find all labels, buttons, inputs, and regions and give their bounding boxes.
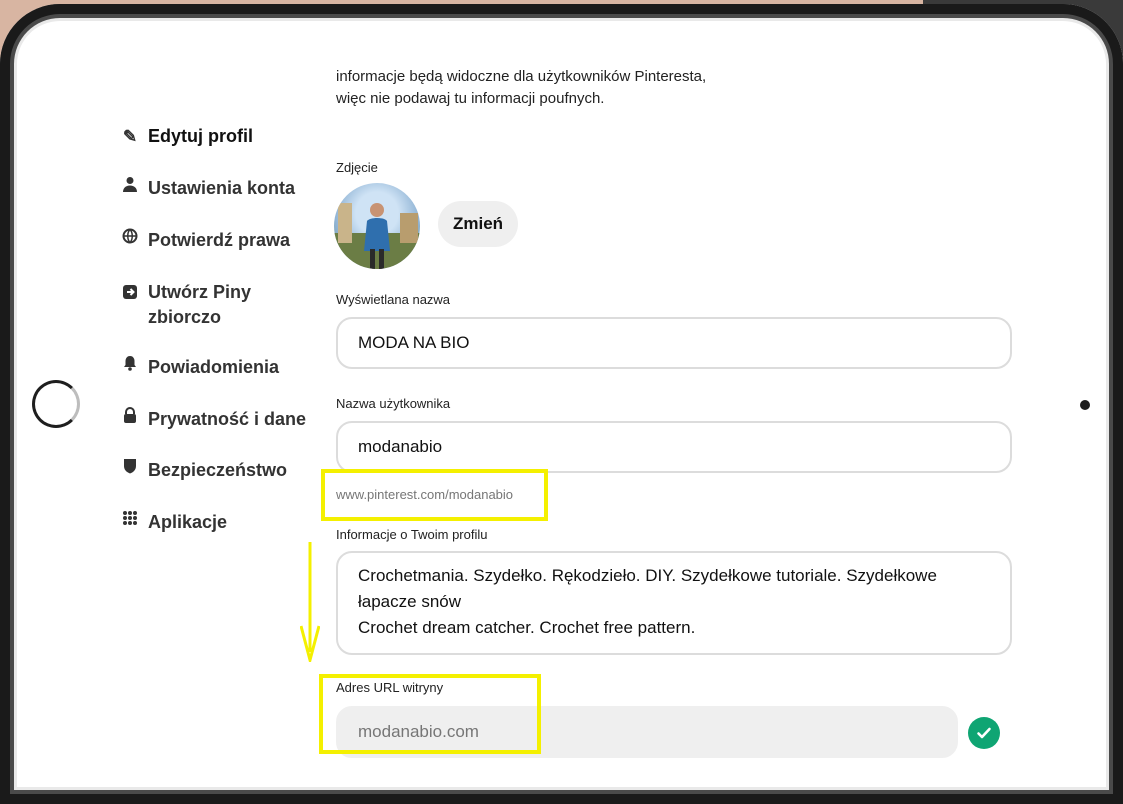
home-button[interactable] <box>32 380 80 428</box>
camera-icon <box>1080 400 1090 410</box>
person-icon <box>120 176 140 192</box>
about-line: Crochetmania. Szydełko. Rękodzieło. DIY.… <box>358 566 937 585</box>
sidebar-item-edit-profile[interactable]: ✎ Edytuj profil <box>120 124 253 149</box>
privacy-notice-line: więc nie podawaj tu informacji poufnych. <box>336 90 605 107</box>
sidebar-item-label: Potwierdź prawa <box>148 230 291 250</box>
sidebar-item-apps[interactable]: Aplikacje <box>120 510 227 535</box>
sidebar-item-label: Ustawienia konta <box>148 178 296 198</box>
display-name-field[interactable]: MODA NA BIO <box>336 317 1012 369</box>
username-label: Nazwa użytkownika <box>336 396 451 411</box>
username-field[interactable]: modanabio <box>336 421 1012 473</box>
sidebar-item-bulk-create[interactable]: Utwórz Piny zbiorczo <box>120 280 278 330</box>
about-textarea[interactable]: Crochetmania. Szydełko. Rękodzieło. DIY.… <box>336 551 1012 655</box>
bell-icon <box>120 355 140 371</box>
highlight-box-website <box>319 674 541 754</box>
sidebar-item-label: Prywatność i dane <box>148 409 307 429</box>
highlight-box-username-url <box>321 469 548 521</box>
tablet-frame: ✎ Edytuj profil Ustawienia konta Potwier… <box>0 4 1123 804</box>
verified-check-icon <box>968 717 1000 749</box>
display-name-label: Wyświetlana nazwa <box>336 292 451 307</box>
lock-icon <box>120 407 140 424</box>
sidebar-item-claim[interactable]: Potwierdź prawa <box>120 228 290 253</box>
about-line: Crochet dream catcher. Crochet free patt… <box>358 618 696 637</box>
pencil-icon: ✎ <box>122 127 138 146</box>
sidebar-item-label: Bezpieczeństwo <box>148 460 288 480</box>
privacy-notice-line: informacje będą widoczne dla użytkownikó… <box>336 68 707 85</box>
privacy-notice: informacje będą widoczne dla użytkownikó… <box>336 66 856 110</box>
shield-icon <box>120 458 140 474</box>
apps-grid-icon <box>120 510 140 526</box>
settings-screen: ✎ Edytuj profil Ustawienia konta Potwier… <box>108 50 1043 762</box>
sidebar-item-notifications[interactable]: Powiadomienia <box>120 355 279 380</box>
annotation-arrow-icon <box>300 542 320 662</box>
import-icon <box>120 284 140 300</box>
username-value: modanabio <box>358 437 443 456</box>
about-line: łapacze snów <box>358 592 462 611</box>
sidebar-item-label: Powiadomienia <box>148 357 280 377</box>
sidebar-item-label: Edytuj profil <box>148 126 253 146</box>
about-label: Informacje o Twoim profilu <box>336 527 488 542</box>
sidebar-item-account-settings[interactable]: Ustawienia konta <box>120 176 295 201</box>
globe-icon <box>120 228 140 244</box>
sidebar-item-privacy[interactable]: Prywatność i dane <box>120 407 306 432</box>
avatar <box>334 183 420 269</box>
photo-label: Zdjęcie <box>336 160 378 175</box>
sidebar-item-security[interactable]: Bezpieczeństwo <box>120 458 287 483</box>
display-name-value: MODA NA BIO <box>358 333 470 352</box>
sidebar-item-label: Utwórz Piny zbiorczo <box>148 282 252 327</box>
change-photo-button[interactable]: Zmień <box>438 201 518 247</box>
sidebar-item-label: Aplikacje <box>148 512 228 532</box>
